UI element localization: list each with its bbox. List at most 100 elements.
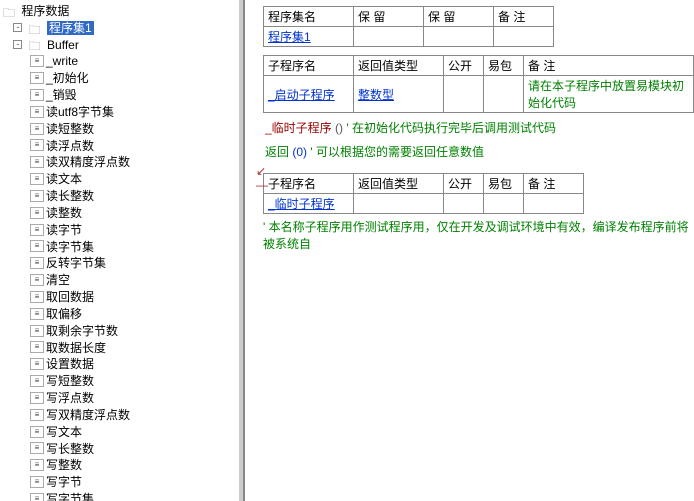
tree-panel: 程序数据 - 程序集1 - Buffer _write _初始化 _销毁读utf8字… xyxy=(0,0,245,501)
method-icon xyxy=(30,89,44,101)
programset-table: 程序集名 保 留 保 留 备 注 程序集1 xyxy=(263,6,554,47)
tree-method[interactable]: 清空 xyxy=(46,273,70,287)
subroutine-table-1: 子程序名 返回值类型 公开 易包 备 注 _启动子程序 整数型 请在本子程序中放… xyxy=(263,55,694,113)
th-note2: 备 注 xyxy=(524,56,694,76)
method-icon xyxy=(30,459,44,471)
return-kw: 返回 xyxy=(265,145,289,159)
method-icon xyxy=(30,207,44,219)
subroutine-table-2: 子程序名 返回值类型 公开 易包 备 注 _临时子程序 xyxy=(263,173,584,214)
method-icon xyxy=(30,493,44,501)
sub-parens: () xyxy=(335,121,343,135)
programset-folder-icon xyxy=(28,22,42,34)
cell-pkg[interactable] xyxy=(484,76,524,113)
cell-psname[interactable]: 程序集1 xyxy=(268,30,311,44)
method-icon xyxy=(30,375,44,387)
cell-res2[interactable] xyxy=(424,27,494,47)
buffer-folder-icon xyxy=(28,38,42,50)
method-icon xyxy=(30,341,44,353)
method-icon xyxy=(30,308,44,320)
method-icon xyxy=(30,409,44,421)
cell-sub2name[interactable]: _临时子程序 xyxy=(268,197,335,211)
root-folder-icon xyxy=(2,5,16,17)
cell-subname[interactable]: _启动子程序 xyxy=(268,88,335,102)
tree-method[interactable]: 写浮点数 xyxy=(46,391,94,405)
tree-method[interactable]: 写字节 xyxy=(46,475,82,489)
tree-method[interactable]: 读字节集 xyxy=(46,239,94,253)
th-sub2note: 备 注 xyxy=(524,174,584,194)
th-subname: 子程序名 xyxy=(264,56,354,76)
cell-note1[interactable] xyxy=(494,27,554,47)
th-psname: 程序集名 xyxy=(264,7,354,27)
cell-res1[interactable] xyxy=(354,27,424,47)
tree-method[interactable]: 写长整数 xyxy=(46,441,94,455)
tree-method[interactable]: 读文本 xyxy=(46,172,82,186)
method-icon xyxy=(30,240,44,252)
th-res2: 保 留 xyxy=(424,7,494,27)
tree-method[interactable]: 写字节集 xyxy=(46,492,94,501)
method-icon xyxy=(30,426,44,438)
cell-sub2ret[interactable] xyxy=(354,194,444,214)
tree-method[interactable]: 写短整数 xyxy=(46,374,94,388)
cell-pub[interactable] xyxy=(444,76,484,113)
code-panel: 程序集名 保 留 保 留 备 注 程序集1 子程序名 返回值类型 公开 易包 备… xyxy=(245,0,694,501)
th-pkg: 易包 xyxy=(484,56,524,76)
th-pub: 公开 xyxy=(444,56,484,76)
method-icon xyxy=(30,274,44,286)
method-icon xyxy=(30,257,44,269)
cell-note2[interactable]: 请在本子程序中放置易模块初始化代码 xyxy=(524,76,694,113)
method-icon xyxy=(30,442,44,454)
sub-title: _临时子程序 xyxy=(265,121,332,135)
expand-programset[interactable]: - xyxy=(13,23,22,32)
method-icon xyxy=(30,139,44,151)
tree-method[interactable]: 读utf8字节集 xyxy=(46,105,114,119)
tree-method[interactable]: 写文本 xyxy=(46,425,82,439)
th-ret: 返回值类型 xyxy=(354,56,444,76)
tree-method[interactable]: 读长整数 xyxy=(46,189,94,203)
th-res1: 保 留 xyxy=(354,7,424,27)
tree-method[interactable]: 读浮点数 xyxy=(46,138,94,152)
tree-method[interactable]: _write xyxy=(46,54,78,68)
tree-method[interactable]: 读整数 xyxy=(46,206,82,220)
cell-ret[interactable]: 整数型 xyxy=(358,88,394,102)
tree-method[interactable]: 取数据长度 xyxy=(46,340,106,354)
tree-method[interactable]: 取剩余字节数 xyxy=(46,324,118,338)
cell-sub2pub[interactable] xyxy=(444,194,484,214)
expand-buffer[interactable]: - xyxy=(13,40,22,49)
return-note: ' 可以根据您的需要返回任意数值 xyxy=(310,145,484,159)
code-line-1: _临时子程序 () ' 在初始化代码执行完毕后调用测试代码 xyxy=(265,119,694,137)
cell-sub2pkg[interactable] xyxy=(484,194,524,214)
tree-method[interactable]: _初始化 xyxy=(46,71,89,85)
tree-method[interactable]: 取回数据 xyxy=(46,290,94,304)
tree-method[interactable]: 读短整数 xyxy=(46,122,94,136)
table-row[interactable]: _启动子程序 整数型 请在本子程序中放置易模块初始化代码 xyxy=(264,76,694,113)
method-icon xyxy=(30,224,44,236)
cell-sub2note[interactable] xyxy=(524,194,584,214)
th-sub2name: 子程序名 xyxy=(264,174,354,194)
sub-quote: ' 在初始化代码执行完毕后调用测试代码 xyxy=(346,121,556,135)
table-row[interactable]: _临时子程序 xyxy=(264,194,584,214)
tree-method[interactable]: 反转字节集 xyxy=(46,256,106,270)
method-icon xyxy=(30,358,44,370)
method-icon xyxy=(30,476,44,488)
method-icon xyxy=(30,106,44,118)
method-icon xyxy=(30,392,44,404)
method-icon xyxy=(30,325,44,337)
tree-method[interactable]: 读字节 xyxy=(46,223,82,237)
th-sub2ret: 返回值类型 xyxy=(354,174,444,194)
th-sub2pkg: 易包 xyxy=(484,174,524,194)
table-row[interactable]: 程序集1 xyxy=(264,27,554,47)
tree-method[interactable]: 写双精度浮点数 xyxy=(46,408,130,422)
method-icon xyxy=(30,55,44,67)
tree-method[interactable]: 写整数 xyxy=(46,458,82,472)
tree-method[interactable]: 取偏移 xyxy=(46,307,82,321)
th-note1: 备 注 xyxy=(494,7,554,27)
tree-method[interactable]: 设置数据 xyxy=(46,357,94,371)
method-icon xyxy=(30,190,44,202)
method-icon xyxy=(30,72,44,84)
tree-programset1[interactable]: 程序集1 xyxy=(47,21,94,35)
tree-buffer[interactable]: Buffer xyxy=(47,37,79,51)
method-icon xyxy=(30,156,44,168)
tree-method[interactable]: 读双精度浮点数 xyxy=(46,155,130,169)
tree-method[interactable]: _销毁 xyxy=(46,88,77,102)
root-label[interactable]: 程序数据 xyxy=(21,4,69,18)
